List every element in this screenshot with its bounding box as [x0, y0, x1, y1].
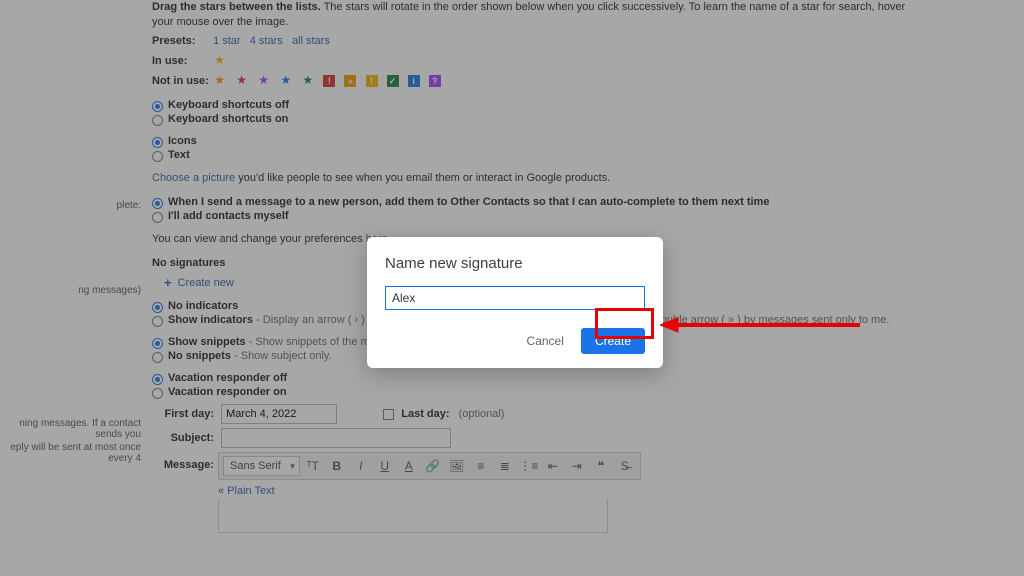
annotation-arrow-icon — [660, 317, 860, 333]
cancel-button[interactable]: Cancel — [517, 328, 574, 354]
annotation-highlight — [595, 308, 654, 339]
dialog-title: Name new signature — [385, 255, 645, 272]
signature-name-input[interactable] — [385, 286, 645, 310]
name-signature-dialog: Name new signature Cancel Create — [367, 237, 663, 368]
